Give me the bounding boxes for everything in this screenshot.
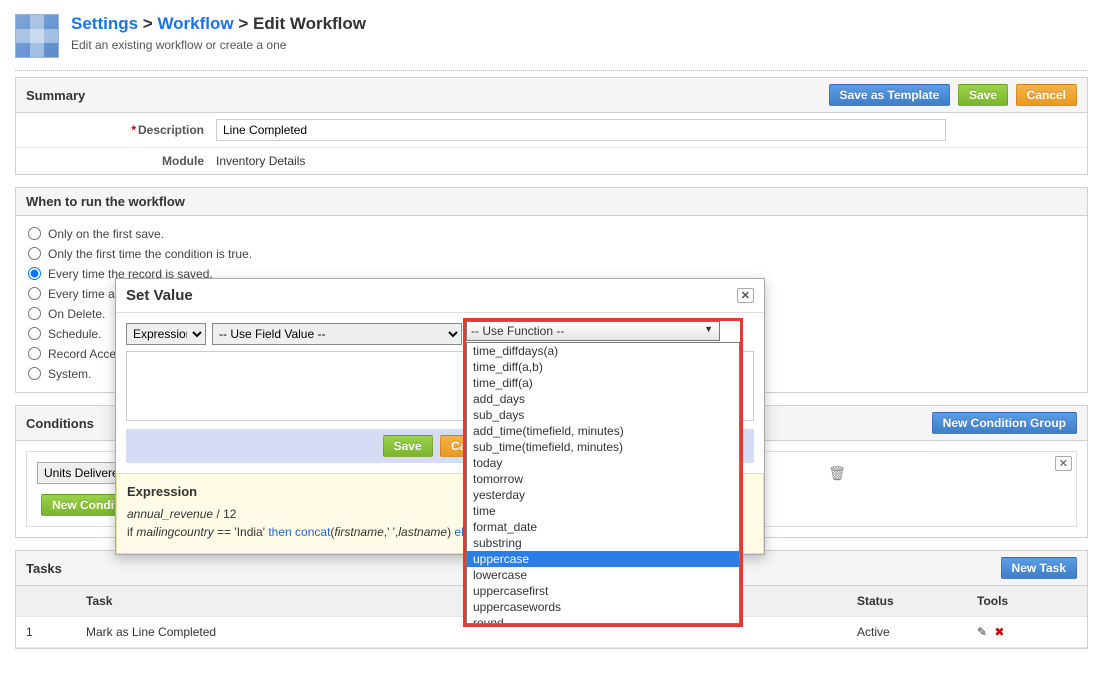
function-option[interactable]: add_days bbox=[467, 391, 739, 407]
task-num: 1 bbox=[16, 617, 76, 648]
close-dialog-icon[interactable]: ✕ bbox=[737, 288, 754, 303]
settings-module-icon bbox=[15, 14, 59, 58]
function-option[interactable]: substring bbox=[467, 535, 739, 551]
edit-task-icon[interactable]: ✎ bbox=[977, 625, 987, 639]
function-option[interactable]: time_diff(a,b) bbox=[467, 359, 739, 375]
module-label: Module bbox=[162, 154, 204, 168]
dialog-save-button[interactable]: Save bbox=[383, 435, 433, 457]
function-option[interactable]: time bbox=[467, 503, 739, 519]
function-option[interactable]: add_time(timefield, minutes) bbox=[467, 423, 739, 439]
summary-heading: Summary bbox=[26, 88, 85, 103]
function-option[interactable]: round bbox=[467, 615, 739, 624]
task-col-tools: Tools bbox=[967, 586, 1087, 617]
task-status: Active bbox=[847, 617, 967, 648]
task-col-status: Status bbox=[847, 586, 967, 617]
when-heading: When to run the workflow bbox=[26, 194, 185, 209]
delete-task-icon[interactable]: ✖ bbox=[994, 625, 1004, 639]
function-option[interactable]: uppercasefirst bbox=[467, 583, 739, 599]
function-option[interactable]: lowercase bbox=[467, 567, 739, 583]
breadcrumb-settings[interactable]: Settings bbox=[71, 14, 138, 33]
function-option[interactable]: time_diff(a) bbox=[467, 375, 739, 391]
module-value: Inventory Details bbox=[216, 154, 305, 168]
cancel-button[interactable]: Cancel bbox=[1016, 84, 1077, 106]
description-input[interactable] bbox=[216, 119, 946, 141]
breadcrumb-current: Edit Workflow bbox=[253, 14, 366, 33]
page-subtitle: Edit an existing workflow or create a on… bbox=[71, 38, 366, 52]
dialog-title: Set Value bbox=[126, 287, 193, 304]
use-field-select[interactable]: -- Use Field Value -- bbox=[212, 323, 462, 345]
function-option[interactable]: today bbox=[467, 455, 739, 471]
tasks-heading: Tasks bbox=[26, 561, 62, 576]
remove-group-icon[interactable]: ✕ bbox=[1055, 456, 1072, 471]
function-option-list[interactable]: time_diffdays(a)time_diff(a,b)time_diff(… bbox=[466, 342, 740, 624]
function-option[interactable]: uppercasewords bbox=[467, 599, 739, 615]
description-label: Description bbox=[138, 123, 204, 137]
new-condition-group-button[interactable]: New Condition Group bbox=[932, 412, 1077, 434]
breadcrumb: Settings > Workflow > Edit Workflow bbox=[71, 14, 366, 34]
function-option[interactable]: uppercase bbox=[467, 551, 739, 567]
function-option[interactable]: sub_days bbox=[467, 407, 739, 423]
breadcrumb-workflow[interactable]: Workflow bbox=[157, 14, 233, 33]
new-task-button[interactable]: New Task bbox=[1001, 557, 1077, 579]
function-option[interactable]: time_diffdays(a) bbox=[467, 343, 739, 359]
function-option[interactable]: format_date bbox=[467, 519, 739, 535]
expression-type-select[interactable]: Expression bbox=[126, 323, 206, 345]
conditions-heading: Conditions bbox=[26, 416, 94, 431]
delete-condition-icon[interactable]: 🗑 bbox=[828, 465, 846, 482]
when-option[interactable]: Only on the first save. bbox=[26, 224, 1077, 244]
function-option[interactable]: yesterday bbox=[467, 487, 739, 503]
task-col-num bbox=[16, 586, 76, 617]
use-function-select[interactable]: -- Use Function -- bbox=[466, 321, 720, 341]
save-as-template-button[interactable]: Save as Template bbox=[829, 84, 951, 106]
function-option[interactable]: sub_time(timefield, minutes) bbox=[467, 439, 739, 455]
save-button[interactable]: Save bbox=[958, 84, 1008, 106]
function-dropdown: -- Use Function -- time_diffdays(a)time_… bbox=[463, 318, 743, 627]
function-option[interactable]: tomorrow bbox=[467, 471, 739, 487]
when-option[interactable]: Only the first time the condition is tru… bbox=[26, 244, 1077, 264]
